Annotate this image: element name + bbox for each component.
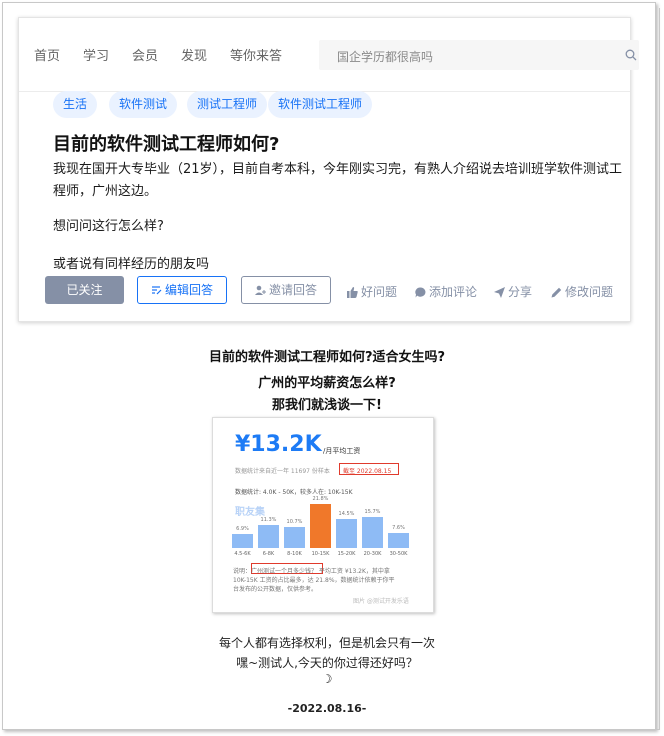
chart-bar (362, 516, 383, 548)
tag-software-test-engineer[interactable]: 软件测试工程师 (268, 91, 373, 118)
nav-home[interactable]: 首页 (34, 45, 60, 64)
moon-icon: ☽ (321, 672, 333, 686)
salary-screenshot: ¥13.2K /月平均工资 数据统计来自近一年 11697 份样本 截至 202… (212, 417, 434, 613)
search-icon[interactable] (625, 49, 637, 61)
question-body-line: 想问问这行怎么样? (53, 219, 164, 234)
edit-answer-button[interactable]: 编辑回答 (137, 276, 227, 304)
question-actions: 已关注 编辑回答 邀请回答 好问题 添加评论 分享 修改问题 (45, 276, 625, 306)
chart-category-label: 30-50K (389, 551, 408, 557)
chart-bar (258, 525, 279, 548)
invite-answer-label: 邀请回答 (268, 283, 317, 297)
chart-category-label: 8-10K (287, 551, 302, 557)
chart-category-label: 15-20K (337, 551, 356, 557)
salary-range: 数据统计: 4.0K - 50K，较多人在: 10K-15K (235, 489, 353, 496)
comment-icon (415, 287, 426, 298)
question-card: 首页 学习 会员 发现 等你来答 国企学历都很高吗 生活 软件测试 测试工程师 … (18, 17, 639, 322)
headline-line: 目前的软件测试工程师如何?适合女生吗? (208, 350, 446, 365)
chart-category-label: 20-30K (363, 551, 382, 557)
salary-note-line: 说明：广州测试一个月多少钱？ 平均工资 ¥13.2K，其中拿 (233, 568, 390, 575)
nav-discover[interactable]: 发现 (181, 45, 207, 64)
question-body-line: 或者说有同样经历的朋友吗 (53, 257, 210, 272)
nav-vip[interactable]: 会员 (132, 45, 158, 64)
tag-life[interactable]: 生活 (53, 91, 98, 118)
question-body-line: 程师，广州这边。 (53, 184, 158, 199)
footer-line: 每个人都有选择权利，但是机会只有一次 (218, 636, 435, 650)
salary-note-line: 10K-15K 工资的占比最多，达 21.8%，数据统计依赖于你平 (233, 577, 395, 584)
brand-watermark: 职友集 (235, 507, 265, 518)
follow-button[interactable]: 已关注 (45, 276, 124, 304)
page-edge (654, 8, 660, 730)
nav-waiting[interactable]: 等你来答 (230, 45, 282, 64)
good-question-button[interactable]: 好问题 (347, 283, 397, 300)
search-input[interactable]: 国企学历都很高吗 (319, 40, 639, 70)
search-placeholder: 国企学历都很高吗 (337, 50, 434, 64)
headline-line: 那我们就浅谈一下! (272, 398, 382, 413)
salary-note-line: 台发布的公开数据，仅供参考。 (233, 586, 318, 593)
chart-bar (388, 532, 409, 548)
share-button[interactable]: 分享 (494, 283, 532, 300)
salary-unit: /月平均工资 (323, 447, 361, 455)
footer-line: 嘿~测试人,今天的你过得还好吗？ (236, 656, 418, 670)
share-label: 分享 (508, 285, 533, 299)
chart-bar-value: 11.3% (260, 517, 277, 524)
chart-bar (336, 519, 357, 548)
edit-question-label: 修改问题 (565, 285, 614, 299)
chart-bar-value: 14.5% (338, 511, 355, 517)
edit-question-button[interactable]: 修改问题 (551, 283, 613, 300)
invite-icon (254, 285, 266, 295)
chart-category-label: 4.5-6K (234, 551, 251, 557)
edit-answer-label: 编辑回答 (164, 283, 213, 297)
headline-line: 广州的平均薪资怎么样? (258, 376, 396, 391)
edit-answer-icon (151, 286, 162, 295)
question-body-line: 我现在国开大专毕业（21岁），目前自考本科，今年刚实习完，有熟人介绍说去培训班学… (53, 162, 623, 177)
tag-software-testing[interactable]: 软件测试 (109, 91, 178, 118)
invite-answer-button[interactable]: 邀请回答 (241, 276, 331, 304)
salary-amount: ¥13.2K (235, 432, 322, 457)
chart-bar-value: 6.9% (236, 526, 249, 533)
chart-bar-value: 15.7% (364, 508, 381, 515)
chart-bar-value: 21.8% (312, 496, 329, 503)
chart-bar-value: 7.6% (392, 524, 405, 531)
salary-meta-date: 截至 2022.08.15 (343, 468, 392, 475)
tag-test-engineer[interactable]: 测试工程师 (187, 91, 268, 118)
add-comment-button[interactable]: 添加评论 (415, 283, 477, 300)
chart-bar (284, 526, 305, 548)
thumb-up-icon (347, 287, 358, 298)
question-title: 目前的软件测试工程师如何? (53, 134, 280, 155)
good-question-label: 好问题 (361, 285, 398, 299)
add-comment-label: 添加评论 (429, 285, 478, 299)
pencil-icon (551, 287, 562, 298)
top-nav: 首页 学习 会员 发现 等你来答 国企学历都很高吗 (19, 18, 639, 74)
chart-bar (310, 504, 331, 548)
chart-bar (232, 534, 253, 548)
chart-category-label: 10-15K (311, 551, 330, 557)
nav-learn[interactable]: 学习 (83, 45, 109, 64)
post-date: -2022.08.16- (287, 702, 367, 715)
share-icon (494, 287, 505, 298)
chart-category-label: 6-8K (262, 551, 275, 557)
salary-meta: 数据统计来自近一年 11697 份样本 (235, 468, 330, 475)
chart-bar-value: 10.7% (286, 518, 303, 525)
image-watermark: 图片 @测试开发乐语 (353, 598, 409, 605)
